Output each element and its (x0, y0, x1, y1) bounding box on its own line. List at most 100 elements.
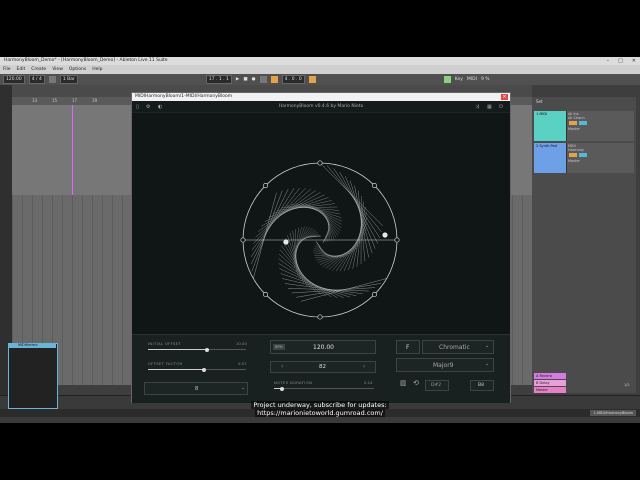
chord-dropdown[interactable]: Major9 ⌄ (396, 358, 494, 372)
menu-options[interactable]: Options (69, 65, 86, 74)
chord-value: Major9 (433, 362, 454, 369)
menu-help[interactable]: Help (92, 65, 102, 74)
circle-node[interactable] (371, 291, 377, 297)
midi-map-label[interactable]: MIDI (467, 77, 477, 82)
bpm-badge: BPM (273, 344, 285, 350)
ruler-tick: 17 (72, 98, 78, 103)
page-indicator: 1/2 (624, 383, 630, 387)
plugin-window: MIDIHarmonyBloom/1-MIDI/HarmonyBloom × ▯… (131, 92, 511, 403)
return-track-a[interactable]: A Reverb (534, 373, 566, 379)
mixer-panel: Set 1 MIDI All Ins All Chann Master 2 Sy… (532, 97, 636, 393)
tempo-box[interactable]: BPM 120.00 (270, 340, 376, 354)
track-io[interactable]: All Ins All Chann Master (566, 111, 634, 141)
time-signature-field[interactable]: 4 / 4 (28, 75, 45, 84)
power-icon[interactable]: ⏻ (499, 104, 503, 110)
notes-duration-value: 0.24 (364, 380, 373, 385)
spiral-line (300, 278, 387, 302)
circle-node[interactable] (317, 314, 323, 320)
spiral-line (319, 162, 383, 227)
menu-view[interactable]: View (52, 65, 63, 74)
spiral-line (315, 206, 340, 234)
key-map-icon[interactable] (443, 76, 451, 83)
maximize-icon[interactable]: □ (618, 57, 623, 65)
plugin-window-title: MIDIHarmonyBloom/1-MIDI/HarmonyBloom (135, 94, 233, 99)
ruler-tick: 13 (32, 98, 38, 103)
spiral-point-b[interactable] (382, 232, 388, 238)
chevron-down-icon: ⌄ (485, 343, 490, 349)
spiral-lines (251, 162, 387, 302)
tempo-field[interactable]: 120.00 (3, 75, 25, 84)
draw-mode-icon[interactable] (308, 76, 316, 83)
menu-edit[interactable]: Edit (17, 65, 26, 74)
device-rack[interactable] (8, 343, 58, 409)
close-icon[interactable]: × (501, 94, 508, 100)
initial-offset-slider[interactable] (148, 347, 246, 352)
circle-node[interactable] (394, 237, 400, 243)
play-icon[interactable]: ▶ (236, 77, 239, 82)
track-name[interactable]: 2 Synth Pad (534, 144, 557, 148)
track-io[interactable]: MIDI Harmony Master (566, 143, 634, 173)
metronome-setting[interactable]: 1 Bar (59, 75, 78, 84)
window-controls: – □ ✕ (607, 57, 636, 65)
bloom-visualizer[interactable] (132, 112, 510, 334)
track-output[interactable]: Master (568, 127, 633, 131)
track-arm[interactable] (579, 153, 587, 157)
spiral-line (304, 203, 342, 225)
track-header-synth[interactable]: 2 Synth Pad MIDI Harmony Master (534, 143, 634, 173)
offset-factor-slider[interactable] (148, 367, 246, 372)
metronome-icon[interactable] (48, 76, 56, 83)
spiral-point-a[interactable] (283, 239, 289, 245)
shuffle-icon[interactable]: ⤨ (475, 104, 479, 110)
loop-arrows-icon[interactable]: ⟲ (413, 379, 419, 387)
high-note-value: B8 (478, 383, 484, 388)
device-title[interactable]: MIDIHarmo (8, 343, 56, 348)
track-activator[interactable] (569, 121, 577, 125)
step-selector[interactable]: ‹ 82 › (270, 361, 376, 373)
overdub-icon[interactable] (259, 76, 267, 83)
spiral-line (279, 249, 321, 295)
record-icon[interactable]: ● (252, 77, 256, 82)
circle-node[interactable] (240, 237, 246, 243)
menu-create[interactable]: Create (31, 65, 46, 74)
stop-icon[interactable]: ■ (243, 77, 247, 82)
circle-node[interactable] (317, 160, 323, 166)
track-name[interactable]: 1 MIDI (534, 112, 547, 116)
circle-node[interactable] (263, 183, 269, 189)
circle-node[interactable] (263, 291, 269, 297)
master-track[interactable]: Master (534, 387, 566, 393)
return-track-b[interactable]: B Delay (534, 380, 566, 386)
plugin-titlebar[interactable]: MIDIHarmonyBloom/1-MIDI/HarmonyBloom × (132, 93, 510, 101)
notes-duration-slider[interactable] (274, 386, 374, 391)
track-output[interactable]: Master (568, 159, 633, 163)
spiral-line (326, 165, 382, 233)
plugin-title: HarmonyBloom v0.4.6 by Mario Nieto (278, 104, 364, 109)
circle-node[interactable] (371, 183, 377, 189)
menu-file[interactable]: File (3, 65, 11, 74)
loop-length-field[interactable]: 4 . 0 . 0 (281, 75, 305, 84)
track-channel[interactable]: Harmony (568, 148, 633, 152)
track-channel[interactable]: All Chann (568, 116, 633, 120)
low-note-value: D#2 (431, 383, 442, 388)
high-note-field[interactable]: B8 (470, 380, 494, 391)
track-arm[interactable] (579, 121, 587, 125)
close-icon[interactable]: ✕ (632, 57, 636, 65)
key-root-select[interactable]: F (396, 340, 420, 354)
video-caption: Project underway, subscribe for updates:… (0, 401, 640, 417)
chevron-left-icon[interactable]: ‹ (281, 363, 283, 370)
track-activator[interactable] (569, 153, 577, 157)
layout-icon[interactable]: ▦ (487, 104, 492, 110)
arrangement-position[interactable]: 17 . 1 . 1 (205, 75, 232, 84)
chevron-right-icon[interactable]: › (363, 363, 365, 370)
minimize-icon[interactable]: – (607, 57, 610, 65)
window-titlebar: HarmonyBloom_Demo* - [HarmonyBloom_Demo]… (0, 57, 640, 65)
tempo-value[interactable]: 120.00 (313, 344, 334, 351)
track-header-midi[interactable]: 1 MIDI All Ins All Chann Master (534, 111, 634, 141)
initial-offset-label: INITIAL OFFSET (148, 341, 182, 346)
piano-keys-icon[interactable]: ▥ (400, 379, 407, 387)
loop-icon[interactable] (270, 76, 278, 83)
key-map-label[interactable]: Key (455, 77, 463, 82)
low-note-field[interactable]: D#2 (425, 380, 449, 391)
mode-dropdown[interactable]: 8 ⌄ (144, 382, 248, 395)
menu-bar: File Edit Create View Options Help (0, 65, 640, 74)
scale-dropdown[interactable]: Chromatic ⌄ (422, 340, 494, 354)
